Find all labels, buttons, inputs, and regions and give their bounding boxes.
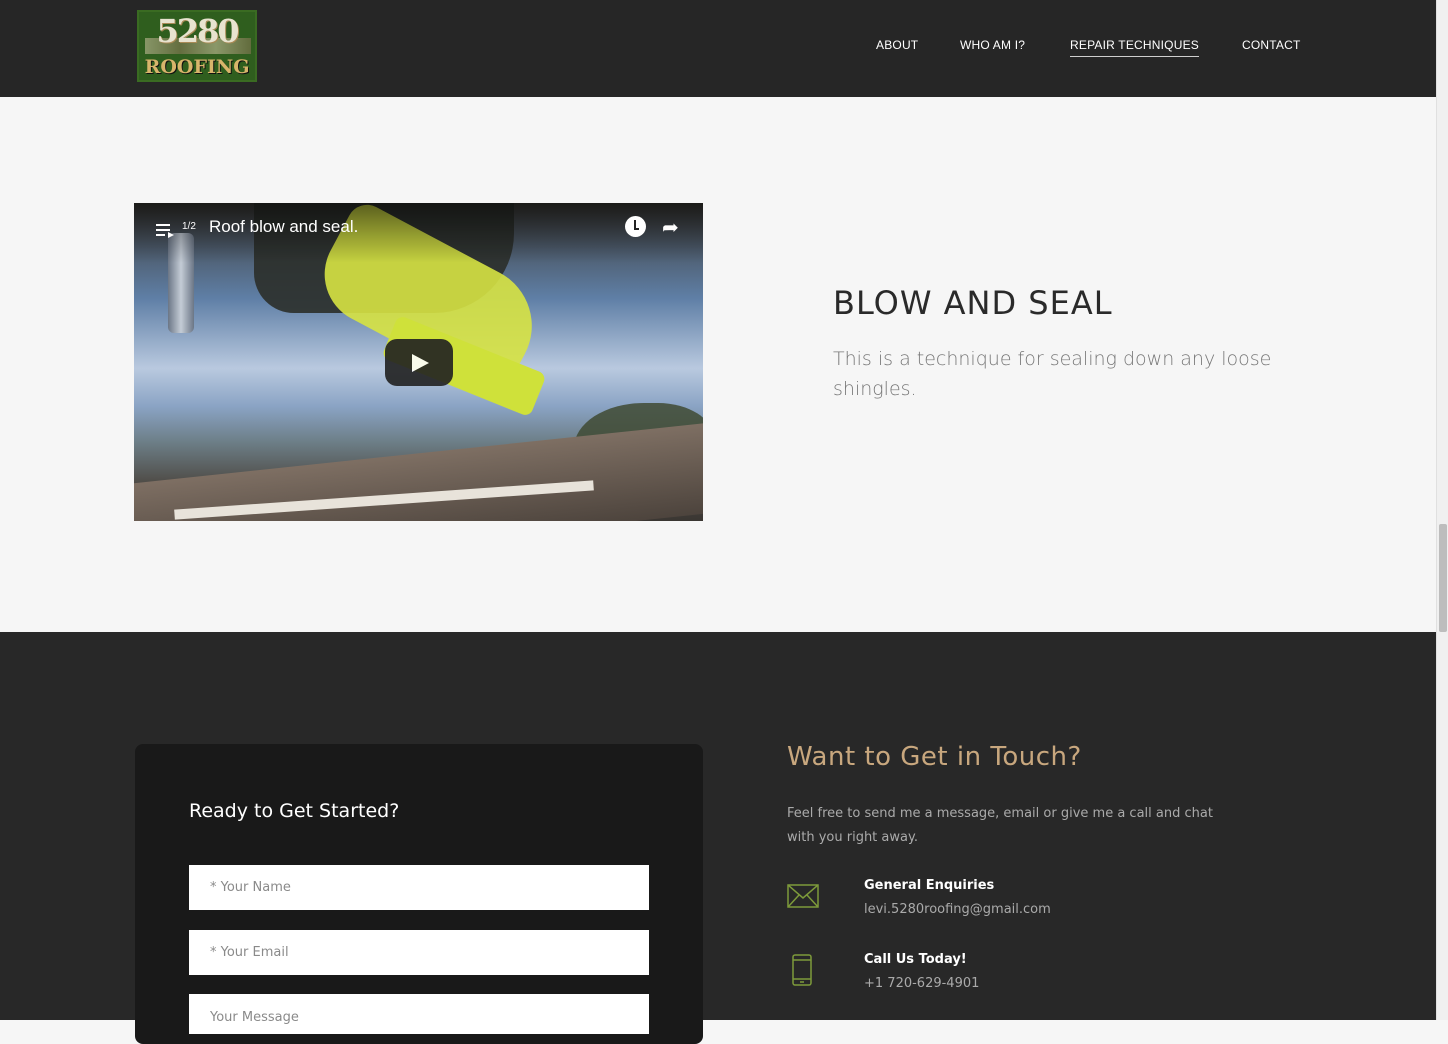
technique-description: This is a technique for sealing down any… — [833, 348, 1272, 400]
contact-info-title: Want to Get in Touch? — [787, 742, 1082, 772]
site-logo[interactable]: 5280 ROOFING — [137, 10, 257, 82]
scrollbar-thumb[interactable] — [1439, 524, 1447, 632]
email-label: General Enquiries — [864, 878, 995, 893]
contact-info-description: Feel free to send me a message, email or… — [787, 806, 1213, 845]
email-field[interactable] — [189, 930, 649, 975]
logo-number: 5280 — [156, 12, 239, 50]
nav-contact[interactable]: CONTACT — [1242, 38, 1301, 56]
envelope-icon — [787, 884, 819, 912]
nav-who-am-i[interactable]: WHO AM I? — [960, 38, 1025, 56]
share-icon[interactable]: ➦ — [662, 215, 679, 239]
nav-repair-techniques[interactable]: REPAIR TECHNIQUES — [1070, 38, 1199, 57]
nav-about[interactable]: ABOUT — [876, 38, 918, 56]
phone-label: Call Us Today! — [864, 952, 967, 967]
video-player[interactable]: 1/2 Roof blow and seal. ➦ — [134, 203, 703, 521]
email-link[interactable]: levi.5280roofing@gmail.com — [864, 902, 1051, 917]
watch-later-icon[interactable] — [625, 216, 646, 237]
message-field[interactable] — [189, 994, 649, 1034]
playlist-position: 1/2 — [182, 221, 196, 232]
site-header: 5280 ROOFING ABOUT WHO AM I? REPAIR TECH… — [0, 0, 1436, 97]
phone-link[interactable]: +1 720-629-4901 — [864, 976, 979, 991]
page-scrollbar[interactable] — [1436, 0, 1448, 1020]
video-title[interactable]: Roof blow and seal. — [209, 217, 358, 237]
playlist-icon[interactable] — [156, 221, 176, 244]
name-field[interactable] — [189, 865, 649, 910]
logo-word: ROOFING — [144, 56, 250, 78]
mobile-phone-icon — [792, 954, 812, 990]
play-icon[interactable] — [385, 339, 453, 386]
technique-title: BLOW AND SEAL — [833, 284, 1113, 322]
form-title: Ready to Get Started? — [189, 800, 400, 822]
